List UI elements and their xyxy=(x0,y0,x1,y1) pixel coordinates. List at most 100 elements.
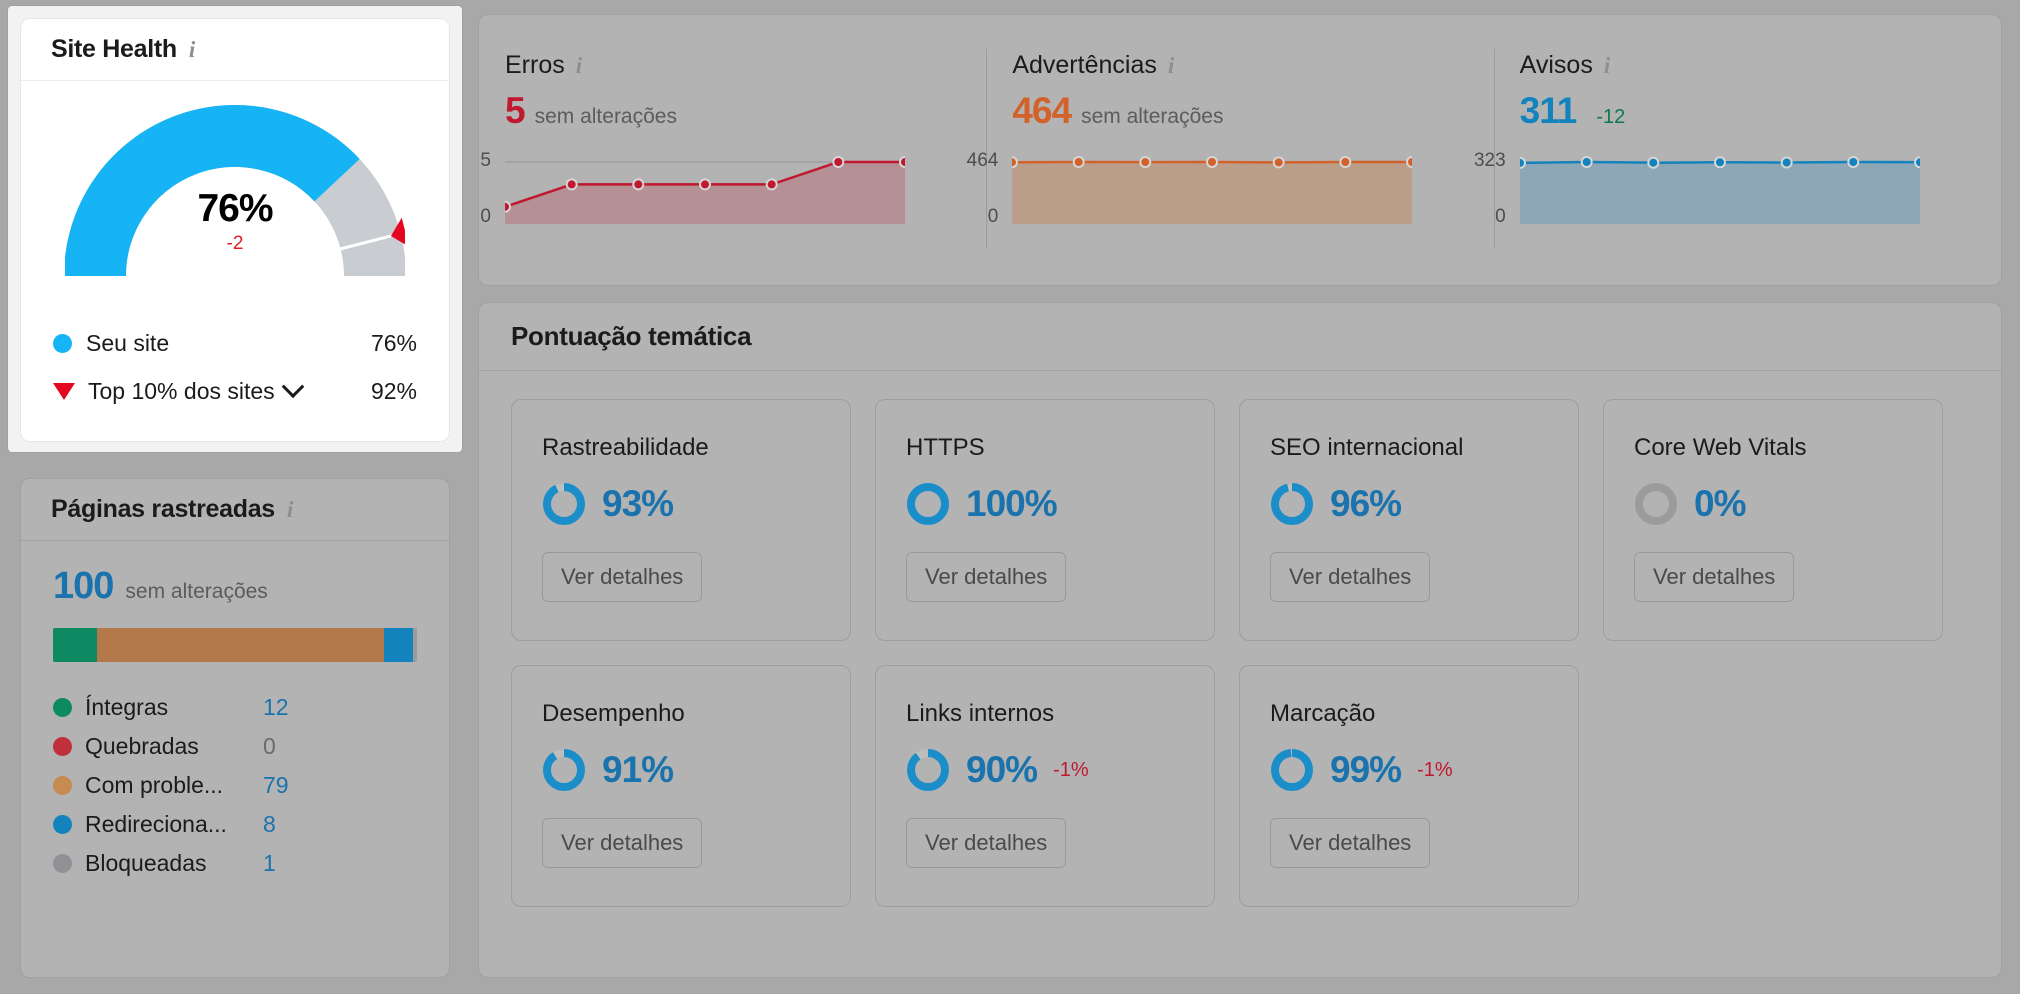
data-point xyxy=(1915,157,1920,167)
stat-value: 311 xyxy=(1520,90,1577,132)
data-point xyxy=(567,179,577,189)
data-point xyxy=(1341,157,1351,167)
legend-item-your-site: Seu site 76% xyxy=(53,319,417,367)
thematic-scores-grid: Rastreabilidade 93% Ver detalhes HTTPS 10… xyxy=(479,371,2001,907)
list-item[interactable]: Íntegras12 xyxy=(53,688,417,727)
donut-value xyxy=(1275,487,1309,521)
legend-dot-icon xyxy=(53,854,72,873)
pages-crawled-total-sub: sem alterações xyxy=(125,580,267,604)
view-details-button[interactable]: Ver detalhes xyxy=(542,552,702,602)
thematic-scores-title: Pontuação temática xyxy=(511,321,751,352)
stat-number-row: 311 -12 xyxy=(1520,90,2001,132)
area-fill xyxy=(1520,162,1920,224)
score-card: Rastreabilidade 93% Ver detalhes xyxy=(511,399,851,641)
bar-segment xyxy=(384,628,413,662)
data-point xyxy=(1141,157,1151,167)
stat-delta: -12 xyxy=(1596,106,1625,129)
site-health-card: Site Health i 76% -2 Seu site 76% Top 10… xyxy=(20,18,450,442)
list-item[interactable]: Quebradas0 xyxy=(53,727,417,766)
donut-progress-icon xyxy=(906,748,950,792)
score-card-title: Links internos xyxy=(906,700,1184,728)
data-point xyxy=(1207,157,1217,167)
info-icon[interactable]: i xyxy=(287,498,293,521)
axis-tick-top: 5 xyxy=(480,150,491,172)
list-item-label: Quebradas xyxy=(85,733,263,760)
donut-value xyxy=(547,753,581,787)
axis-tick-bottom: 0 xyxy=(988,206,999,228)
view-details-button[interactable]: Ver detalhes xyxy=(1270,818,1430,868)
stat-value: 464 xyxy=(1012,90,1071,132)
score-card-title: HTTPS xyxy=(906,434,1184,462)
stat-name: Erros xyxy=(505,51,565,80)
score-value-row: 96% xyxy=(1270,482,1548,526)
score-card-title: Rastreabilidade xyxy=(542,434,820,462)
data-point xyxy=(700,179,710,189)
stat-cell-erros: Erros i 5 sem alterações 5 0 xyxy=(479,15,986,285)
area-fill xyxy=(505,162,905,224)
data-point xyxy=(833,157,843,167)
info-icon[interactable]: i xyxy=(1168,54,1174,77)
stat-header: Advertências i xyxy=(1012,51,1493,80)
axis-tick-bottom: 0 xyxy=(480,206,491,228)
legend-dot-icon xyxy=(53,698,72,717)
view-details-button[interactable]: Ver detalhes xyxy=(1634,552,1794,602)
data-point xyxy=(633,179,643,189)
view-details-button[interactable]: Ver detalhes xyxy=(906,552,1066,602)
stat-number-row: 464 sem alterações xyxy=(1012,90,1493,132)
legend-value: 76% xyxy=(371,330,417,357)
pages-crawled-card: Páginas rastreadas i 100 sem alterações … xyxy=(20,478,450,978)
sparkline-svg xyxy=(505,152,905,224)
score-percent: 100% xyxy=(966,483,1057,525)
data-point xyxy=(1781,158,1791,168)
axis-tick-top: 323 xyxy=(1474,150,1506,172)
list-item-value: 79 xyxy=(263,772,289,799)
stat-cell-avisos: Avisos i 311 -12 323 0 xyxy=(1494,15,2001,285)
score-card-title: Marcação xyxy=(1270,700,1548,728)
triangle-down-icon xyxy=(53,383,75,400)
stat-value: 5 xyxy=(505,90,525,132)
legend-label: Seu site xyxy=(86,330,371,357)
view-details-button[interactable]: Ver detalhes xyxy=(906,818,1066,868)
sparkline-svg xyxy=(1012,152,1412,224)
axis-tick-bottom: 0 xyxy=(1495,206,1506,228)
data-point xyxy=(1848,157,1858,167)
view-details-button[interactable]: Ver detalhes xyxy=(542,818,702,868)
list-item-label: Redireciona... xyxy=(85,811,263,838)
stat-header: Avisos i xyxy=(1520,51,2001,80)
score-card-title: Core Web Vitals xyxy=(1634,434,1912,462)
thematic-scores-panel: Pontuação temática Rastreabilidade 93% V… xyxy=(478,302,2002,978)
info-icon[interactable]: i xyxy=(1604,54,1610,77)
legend-item-top-sites[interactable]: Top 10% dos sites 92% xyxy=(53,367,417,415)
chevron-down-icon[interactable] xyxy=(281,375,304,398)
thematic-scores-header: Pontuação temática xyxy=(479,303,2001,371)
score-card-title: SEO internacional xyxy=(1270,434,1548,462)
legend-dot-icon xyxy=(53,334,72,353)
list-item[interactable]: Bloqueadas1 xyxy=(53,844,417,883)
score-percent: 99% xyxy=(1330,749,1401,791)
stat-subtext: sem alterações xyxy=(535,105,677,129)
pages-crawled-total-row: 100 sem alterações xyxy=(53,565,417,608)
score-value-row: 90% -1% xyxy=(906,748,1184,792)
info-icon[interactable]: i xyxy=(576,54,582,77)
info-icon[interactable]: i xyxy=(189,38,195,61)
legend-dot-icon xyxy=(53,776,72,795)
donut-progress-icon xyxy=(906,482,950,526)
data-point xyxy=(767,179,777,189)
legend-label: Top 10% dos sites xyxy=(88,378,275,405)
site-health-header: Site Health i xyxy=(21,19,449,81)
stat-cell-advertências: Advertências i 464 sem alterações 464 0 xyxy=(986,15,1493,285)
data-point xyxy=(900,157,905,167)
gauge-value-arc xyxy=(95,136,337,276)
score-percent: 93% xyxy=(602,483,673,525)
list-item-label: Íntegras xyxy=(85,694,263,721)
pages-crawled-total: 100 xyxy=(53,565,113,608)
list-item[interactable]: Redireciona...8 xyxy=(53,805,417,844)
legend-value: 92% xyxy=(371,378,417,405)
site-health-legend: Seu site 76% Top 10% dos sites 92% xyxy=(21,311,449,415)
bar-segment xyxy=(413,628,417,662)
gauge-svg xyxy=(65,101,405,301)
list-item[interactable]: Com proble...79 xyxy=(53,766,417,805)
score-card: Links internos 90% -1% Ver detalhes xyxy=(875,665,1215,907)
view-details-button[interactable]: Ver detalhes xyxy=(1270,552,1430,602)
issues-summary-panel: Erros i 5 sem alterações 5 0 xyxy=(478,14,2002,286)
